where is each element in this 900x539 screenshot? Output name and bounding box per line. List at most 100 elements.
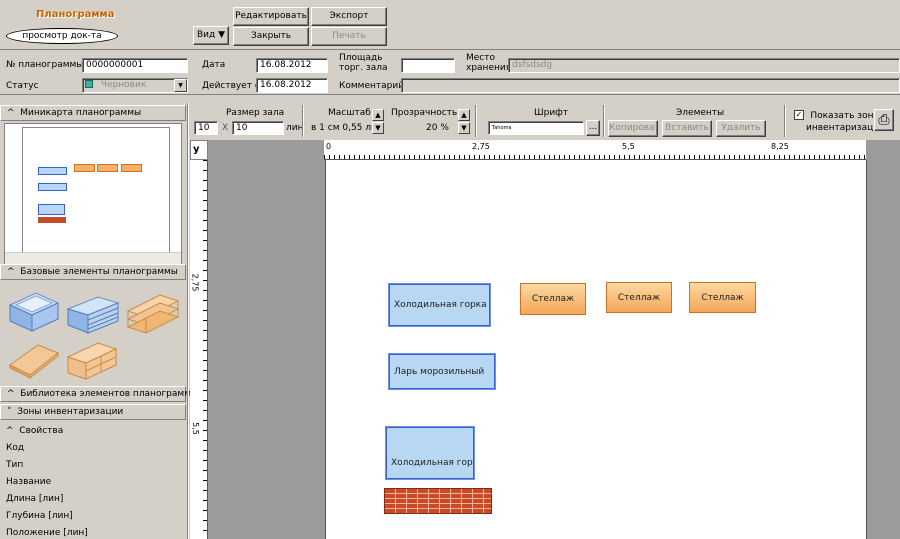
- minimap[interactable]: [4, 123, 182, 265]
- valid-from-field[interactable]: 16.08.2012: [256, 78, 328, 93]
- header-fields: № планограммы 0000000001 Статус Черновик…: [0, 51, 900, 95]
- zones-header[interactable]: ˅ Зоны инвентаризации: [0, 404, 186, 420]
- number-label: № планограммы: [6, 60, 84, 70]
- minimap-viewport[interactable]: [22, 127, 170, 263]
- doc-view-button[interactable]: просмотр док-та: [6, 28, 118, 44]
- freezer-element-icon[interactable]: [6, 289, 62, 333]
- collapse-icon: ^: [7, 108, 15, 118]
- ruler-corner: y: [190, 140, 208, 160]
- unit-label: лин: [286, 123, 304, 133]
- wall-element-icon[interactable]: [64, 337, 122, 381]
- property-position: Положение [лин]: [6, 528, 88, 538]
- hruler-label-3: 8,25: [771, 142, 789, 151]
- storage-field[interactable]: dsfsdsdg: [508, 58, 900, 73]
- transparency-down-icon[interactable]: ▼: [458, 122, 470, 134]
- show-zones-checkbox[interactable]: ✓: [794, 110, 804, 120]
- library-title: Библиотека элементов планограммы: [20, 389, 199, 399]
- room-width-field[interactable]: 10: [194, 121, 218, 135]
- scale-up-icon[interactable]: ▲: [372, 109, 384, 121]
- ruler-corner-label: y: [193, 144, 200, 155]
- storage-label: Место хранения: [466, 53, 512, 73]
- number-field[interactable]: 0000000001: [82, 58, 188, 73]
- status-color-icon: [85, 80, 93, 88]
- collapse-icon: ^: [7, 389, 15, 399]
- separator: [302, 105, 304, 137]
- transparency-value: 20 %: [426, 123, 449, 133]
- date-field[interactable]: 16.08.2012: [256, 58, 328, 73]
- expand-icon: ˅: [7, 407, 12, 417]
- scale-label: Масштаб: [328, 108, 371, 118]
- font-picker-button[interactable]: ...: [586, 120, 600, 136]
- status-label: Статус: [6, 81, 39, 91]
- minimap-scrollbar[interactable]: [5, 252, 181, 264]
- shelf-element-label: Стеллаж: [531, 294, 575, 304]
- separator: [784, 105, 786, 137]
- status-dropdown-icon[interactable]: ▼: [174, 79, 187, 92]
- elements-label: Элементы: [676, 108, 725, 118]
- minimap-element: [97, 164, 118, 172]
- minimap-element: [74, 164, 95, 172]
- fridge-element[interactable]: Холодильная горка: [389, 284, 490, 326]
- property-code: Код: [6, 443, 25, 453]
- library-header[interactable]: ^ Библиотека элементов планограммы: [0, 386, 198, 402]
- export-button[interactable]: Экспорт: [311, 7, 387, 26]
- dropdown-arrow-icon: ▼: [218, 30, 226, 40]
- property-depth: Глубина [лин]: [6, 511, 73, 521]
- left-panel: ^ Миникарта планограммы ^ Базовые элемен…: [0, 103, 198, 539]
- delete-button[interactable]: Удалить: [716, 120, 766, 137]
- shelf-element-label: Стеллаж: [617, 292, 661, 303]
- panel-splitter[interactable]: [187, 103, 189, 539]
- font-field[interactable]: Tahoma: [488, 121, 584, 135]
- edit-button[interactable]: Редактировать: [233, 7, 309, 26]
- paste-button[interactable]: Вставить: [662, 120, 712, 137]
- shelf-element-1[interactable]: Стеллаж: [520, 283, 586, 315]
- vruler-label-2: 5,5: [190, 422, 200, 435]
- collapse-icon: ^: [6, 426, 14, 436]
- copy-button[interactable]: Копировать: [608, 120, 658, 137]
- valid-from-label: Действует с: [202, 81, 260, 91]
- zones-title: Зоны инвентаризации: [17, 407, 124, 417]
- transparency-up-icon[interactable]: ▲: [458, 109, 470, 121]
- app-title: Планограмма: [36, 9, 115, 20]
- planogram-canvas[interactable]: [325, 160, 867, 539]
- separator: [603, 105, 605, 137]
- shelf-element-3[interactable]: Стеллаж: [689, 282, 756, 313]
- wall-element[interactable]: [384, 488, 492, 514]
- minimap-title: Миникарта планограммы: [20, 108, 142, 118]
- fridge-element-icon[interactable]: [64, 291, 122, 335]
- view-menu-button[interactable]: Вид ▼: [193, 26, 229, 45]
- controls-bar: Размер зала 10 X 10 лин Масштаб в 1 см 0…: [190, 103, 900, 139]
- hruler-label-0: 0: [326, 142, 332, 151]
- comment-label: Комментарий: [339, 81, 405, 91]
- pallet-element-icon[interactable]: [6, 337, 62, 381]
- minimap-header[interactable]: ^ Миникарта планограммы: [0, 105, 186, 121]
- properties-header[interactable]: ^ Свойства: [0, 424, 186, 440]
- minimap-element: [38, 204, 65, 215]
- close-button[interactable]: Закрыть: [233, 27, 309, 46]
- area-field[interactable]: [401, 58, 455, 73]
- area-label: Площадь торг. зала: [339, 53, 388, 73]
- fridge-element-label: Холодильная гор: [391, 458, 473, 468]
- shelf-element-2[interactable]: Стеллаж: [606, 282, 672, 313]
- freezer-element[interactable]: Ларь морозильный: [389, 354, 495, 389]
- doc-view-label: просмотр док-та: [22, 31, 102, 41]
- minimap-element: [38, 167, 67, 175]
- room-height-field[interactable]: 10: [232, 121, 284, 135]
- view-menu-label: Вид: [196, 30, 216, 40]
- minimap-element: [38, 217, 66, 223]
- print-button[interactable]: Печать: [311, 27, 387, 46]
- comment-field[interactable]: [401, 78, 900, 93]
- transparency-label: Прозрачность: [391, 108, 458, 118]
- fridge-element-label: Холодильная горка: [394, 300, 487, 310]
- shelf-element-label: Стеллаж: [701, 292, 744, 303]
- base-elements-palette: [0, 281, 187, 385]
- rack-element-icon[interactable]: [124, 289, 182, 335]
- scale-down-icon[interactable]: ▼: [372, 122, 384, 134]
- property-type: Тип: [6, 460, 24, 470]
- base-elements-header[interactable]: ^ Базовые элементы планограммы: [0, 264, 186, 280]
- freezer-element-label: Ларь морозильный: [394, 366, 485, 377]
- status-select[interactable]: Черновик ▼: [82, 78, 188, 93]
- room-size-label: Размер зала: [226, 108, 285, 118]
- fridge-element-2[interactable]: Холодильная гор: [386, 427, 474, 479]
- print-icon[interactable]: ⎙: [874, 109, 894, 131]
